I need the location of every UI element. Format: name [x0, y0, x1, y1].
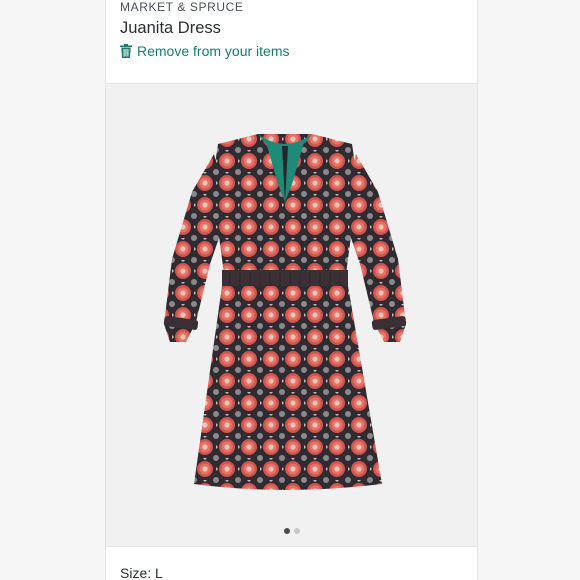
remove-from-items-link[interactable]: Remove from your items [120, 43, 477, 59]
right-gutter [476, 0, 580, 580]
remove-label: Remove from your items [137, 43, 290, 59]
size-label: Size: L [120, 565, 163, 580]
left-gutter [0, 0, 105, 580]
carousel-dot-2[interactable] [293, 528, 300, 534]
trash-icon [120, 44, 132, 58]
brand-name: MARKET & SPRUCE [120, 0, 244, 14]
carousel-dots [106, 528, 477, 534]
item-title: Juanita Dress [120, 19, 221, 37]
dress-image [163, 134, 407, 490]
item-card: MARKET & SPRUCE Juanita Dress Remove fro… [105, 0, 478, 580]
product-image-carousel[interactable] [106, 84, 477, 546]
item-header: MARKET & SPRUCE Juanita Dress Remove fro… [106, 0, 477, 59]
divider [106, 546, 477, 547]
carousel-dot-1[interactable] [283, 528, 290, 534]
